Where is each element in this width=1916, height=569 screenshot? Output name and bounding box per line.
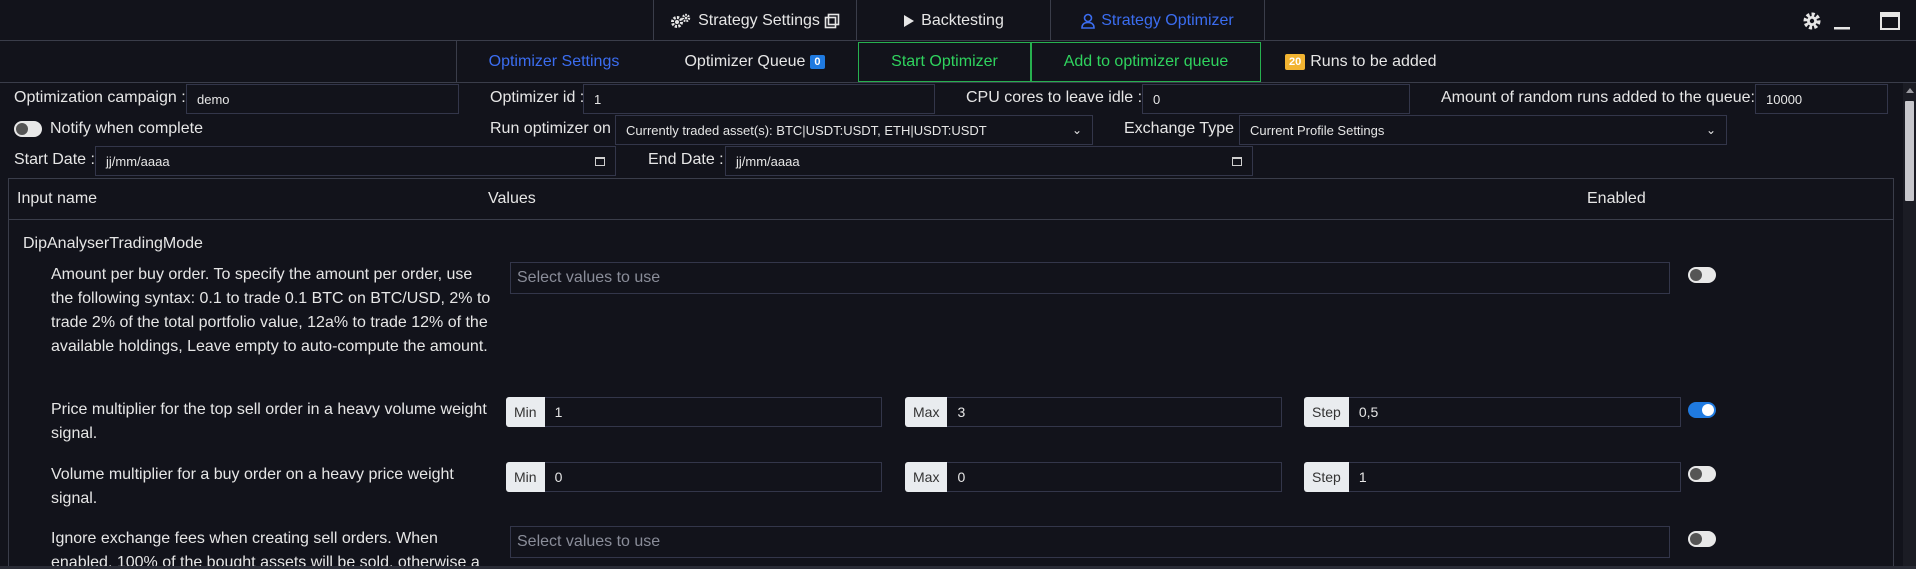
notify-label: Notify when complete (50, 120, 203, 137)
tab-backtesting[interactable]: Backtesting (856, 0, 1050, 41)
tab-strategy-optimizer-label: Strategy Optimizer (1101, 11, 1234, 29)
min-input-group: Min 0 (506, 462, 882, 492)
max-addon: Max (905, 397, 948, 427)
min-addon: Min (506, 397, 545, 427)
trading-mode-group-title: DipAnalyserTradingMode (23, 235, 203, 252)
enabled-toggle-knob (1690, 533, 1702, 545)
start-date-value: jj/mm/aaaa (106, 153, 170, 169)
chevron-down-icon: ⌄ (1705, 123, 1716, 137)
header-values: Values (488, 190, 536, 207)
notify-toggle-knob (16, 123, 28, 135)
values-multiselect[interactable]: Select values to use (510, 262, 1670, 294)
step-input[interactable]: 1 (1348, 462, 1681, 492)
start-date-label: Start Date : (14, 151, 95, 168)
exchange-type-value: Current Profile Settings (1250, 122, 1385, 138)
optimizer-subnav: Optimizer Settings Optimizer Queue 0 Sta… (0, 41, 1916, 83)
exchange-type-label: Exchange Type (1124, 120, 1235, 137)
chevron-down-icon: ⌄ (1071, 123, 1082, 137)
runs-to-be-added: 20 Runs to be added (1285, 41, 1465, 83)
cpu-cores-label: CPU cores to leave idle : (966, 89, 1143, 106)
scroll-up-arrow-icon[interactable] (1906, 88, 1914, 93)
header-enabled: Enabled (1587, 190, 1646, 207)
external-window-icon[interactable] (824, 13, 840, 29)
input-description: Amount per buy order. To specify the amo… (51, 266, 491, 355)
top-navigation: Strategy Settings Backtesting Strategy O… (0, 0, 1916, 41)
runs-to-be-added-label: Runs to be added (1310, 53, 1437, 70)
maximize-button[interactable] (1878, 9, 1902, 33)
values-placeholder: Select values to use (517, 269, 661, 286)
step-input[interactable]: 0,5 (1348, 397, 1681, 427)
campaign-input[interactable]: demo (186, 84, 459, 114)
tab-strategy-settings[interactable]: Strategy Settings (653, 0, 856, 41)
queue-count-badge: 0 (810, 55, 825, 69)
tab-strategy-optimizer[interactable]: Strategy Optimizer (1050, 0, 1265, 41)
enabled-toggle[interactable] (1688, 466, 1716, 482)
max-addon: Max (905, 462, 948, 492)
input-description: Ignore exchange fees when creating sell … (51, 530, 480, 569)
start-optimizer-button[interactable]: Start Optimizer (858, 42, 1031, 82)
exchange-type-select[interactable]: Current Profile Settings ⌄ (1239, 115, 1727, 145)
optimizer-settings-label: Optimizer Settings (488, 53, 620, 70)
values-placeholder: Select values to use (517, 533, 661, 550)
minimize-icon (1834, 27, 1850, 30)
step-addon: Step (1304, 397, 1349, 427)
play-icon (904, 14, 915, 27)
calendar-icon[interactable] (1232, 156, 1242, 166)
optimizer-queue-label: Optimizer Queue (684, 53, 806, 70)
optimizer-inputs-table: Input name Values Enabled DipAnalyserTra… (8, 178, 1894, 569)
tab-strategy-settings-label: Strategy Settings (698, 11, 820, 29)
random-runs-input[interactable]: 10000 (1755, 84, 1888, 114)
table-header: Input name Values Enabled (9, 179, 1893, 220)
enabled-toggle[interactable] (1688, 267, 1716, 283)
optimizer-id-label: Optimizer id : (490, 89, 585, 106)
add-to-queue-label: Add to optimizer queue (1063, 53, 1229, 70)
runs-count-badge: 20 (1285, 54, 1306, 70)
enabled-toggle-knob (1702, 404, 1714, 416)
min-addon: Min (506, 462, 545, 492)
step-input-group: Step 0,5 (1304, 397, 1681, 427)
end-date-label: End Date : (648, 151, 724, 168)
tab-optimizer-settings[interactable]: Optimizer Settings (456, 41, 651, 83)
step-input-group: Step 1 (1304, 462, 1681, 492)
header-input-name: Input name (17, 190, 98, 207)
calendar-icon[interactable] (595, 156, 605, 166)
start-date-input[interactable]: jj/mm/aaaa (95, 146, 616, 176)
end-date-input[interactable]: jj/mm/aaaa (725, 146, 1253, 176)
max-input[interactable]: 0 (947, 462, 1282, 492)
input-description: Volume multiplier for a buy order on a h… (51, 466, 454, 507)
gear-icon (1803, 12, 1821, 30)
notify-toggle[interactable] (14, 121, 42, 137)
enabled-toggle[interactable] (1688, 531, 1716, 547)
min-input[interactable]: 0 (544, 462, 882, 492)
add-to-queue-button[interactable]: Add to optimizer queue (1031, 42, 1261, 82)
max-input[interactable]: 3 (947, 397, 1282, 427)
user-icon (1081, 13, 1096, 29)
start-optimizer-label: Start Optimizer (891, 53, 998, 70)
settings-gear-button[interactable] (1800, 9, 1824, 33)
tab-optimizer-queue[interactable]: Optimizer Queue 0 (651, 41, 858, 83)
cpu-cores-input[interactable]: 0 (1142, 84, 1410, 114)
values-multiselect[interactable]: Select values to use (510, 526, 1670, 558)
end-date-value: jj/mm/aaaa (736, 153, 800, 169)
enabled-toggle[interactable] (1688, 402, 1716, 418)
max-input-group: Max 0 (905, 462, 1282, 492)
campaign-label: Optimization campaign : (14, 89, 186, 106)
run-optimizer-on-label: Run optimizer on (490, 120, 611, 137)
optimizer-id-input[interactable]: 1 (583, 84, 935, 114)
min-input[interactable]: 1 (544, 397, 882, 427)
max-input-group: Max 3 (905, 397, 1282, 427)
input-description: Price multiplier for the top sell order … (51, 401, 487, 442)
enabled-toggle-knob (1690, 269, 1702, 281)
run-optimizer-on-select[interactable]: Currently traded asset(s): BTC|USDT:USDT… (615, 115, 1093, 145)
gears-icon (671, 13, 691, 28)
step-addon: Step (1304, 462, 1349, 492)
enabled-toggle-knob (1690, 468, 1702, 480)
maximize-icon (1880, 12, 1900, 30)
tab-backtesting-label: Backtesting (921, 11, 1004, 29)
minimize-button[interactable] (1830, 9, 1854, 33)
min-input-group: Min 1 (506, 397, 882, 427)
random-runs-label: Amount of random runs added to the queue… (1441, 89, 1755, 106)
scrollbar-thumb[interactable] (1905, 101, 1914, 201)
run-optimizer-on-value: Currently traded asset(s): BTC|USDT:USDT… (626, 122, 987, 138)
